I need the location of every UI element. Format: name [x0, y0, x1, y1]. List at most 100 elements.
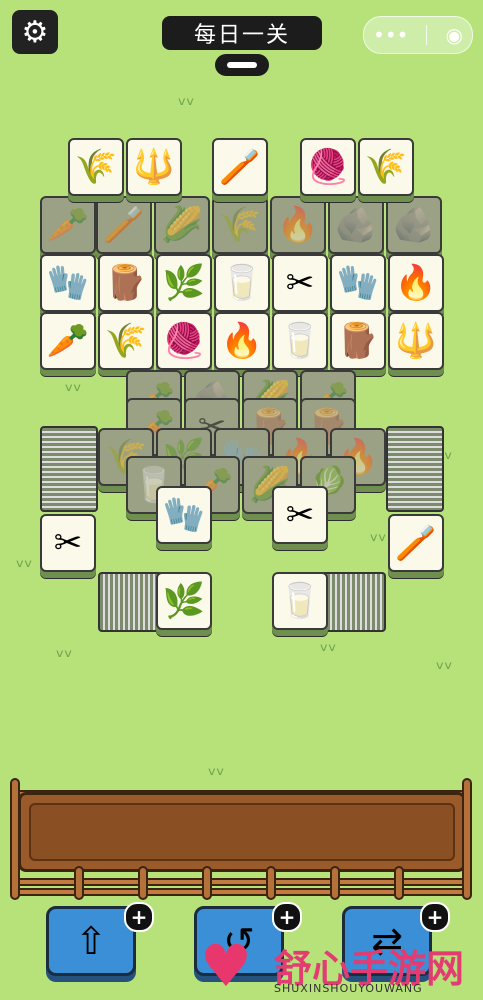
grass-icon: 🌿 — [162, 581, 206, 621]
drag-handle[interactable] — [215, 54, 269, 76]
tile-fire[interactable]: 🔥 — [214, 312, 270, 370]
milk-jar-icon: 🥛 — [220, 263, 264, 303]
grass-decoration: ᵥᵥ — [436, 650, 453, 674]
tile-glove[interactable]: 🧤 — [40, 254, 96, 312]
grass-decoration: ᵥᵥ — [65, 372, 82, 396]
tile-milk[interactable]: 🥛 — [214, 254, 270, 312]
tile-stump[interactable]: 🪵 — [98, 254, 154, 312]
wheat-icon: 🌾 — [218, 205, 262, 245]
stump-icon: 🪵 — [336, 321, 380, 361]
yarn-icon: 🧶 — [306, 147, 350, 187]
shears-icon: ✂ — [53, 523, 83, 563]
watermark-subtext: SHUXINSHOUYOUWANG — [274, 982, 423, 995]
tile-shears[interactable]: ✂ — [272, 254, 328, 312]
fence-post — [330, 866, 340, 900]
brush-icon: 🪥 — [218, 147, 262, 187]
tile-wheat[interactable]: 🌾 — [358, 138, 414, 196]
fence-post — [266, 866, 276, 900]
tile-stack-left — [40, 426, 98, 512]
grass-decoration: ᵥᵥ — [56, 638, 73, 662]
tray-slots — [29, 803, 455, 861]
tile-stack-right — [386, 426, 444, 512]
tile-tray — [18, 792, 466, 872]
tile-milk[interactable]: 🥛 — [272, 572, 328, 630]
grass-decoration: ᵥᵥ — [320, 632, 337, 656]
milk-jar-icon: 🥛 — [278, 321, 322, 361]
fence-post — [202, 866, 212, 900]
add-powerup-badge[interactable]: + — [124, 902, 154, 932]
rock-icon: 🪨 — [392, 205, 436, 245]
carrot-icon: 🥕 — [46, 321, 90, 361]
heart-logo-icon: ♥ — [200, 932, 252, 1000]
tile-wheat-covered: 🌾 — [212, 196, 268, 254]
milk-jar-icon: 🥛 — [278, 581, 322, 621]
tile-glove[interactable]: 🧤 — [330, 254, 386, 312]
glove-icon: 🧤 — [46, 263, 90, 303]
campfire-icon: 🔥 — [220, 321, 264, 361]
add-powerup-badge[interactable]: + — [420, 902, 450, 932]
glove-icon: 🧤 — [162, 495, 206, 535]
corn-icon: 🌽 — [160, 205, 204, 245]
fence-post — [394, 866, 404, 900]
fence-post — [138, 866, 148, 900]
tile-rock-covered: 🪨 — [386, 196, 442, 254]
tile-rock-covered: 🪨 — [328, 196, 384, 254]
level-title: 每日一关 — [162, 16, 322, 50]
tile-stack-bottom-left — [98, 572, 164, 632]
capsule-divider — [426, 25, 428, 45]
shears-icon: ✂ — [285, 495, 315, 535]
tile-pitchfork[interactable]: 🔱 — [126, 138, 182, 196]
tile-wheat[interactable]: 🌾 — [68, 138, 124, 196]
tile-fire-covered: 🔥 — [270, 196, 326, 254]
brush-icon: 🪥 — [102, 205, 146, 245]
campfire-icon: 🔥 — [276, 205, 320, 245]
settings-button[interactable]: ⚙ — [12, 10, 58, 54]
tile-glove[interactable]: 🧤 — [156, 486, 212, 544]
rock-icon: 🪨 — [334, 205, 378, 245]
add-powerup-badge[interactable]: + — [272, 902, 302, 932]
more-dots-icon[interactable]: ••• — [373, 23, 408, 47]
tile-grass[interactable]: 🌿 — [156, 254, 212, 312]
fence-post — [10, 778, 20, 900]
fence-post — [462, 778, 472, 900]
carrot-icon: 🥕 — [46, 205, 90, 245]
tile-carrot[interactable]: 🥕 — [40, 312, 96, 370]
tile-brush[interactable]: 🪥 — [388, 514, 444, 572]
tile-shears[interactable]: ✂ — [40, 514, 96, 572]
campfire-icon: 🔥 — [394, 263, 438, 303]
tile-carrot-covered: 🥕 — [40, 196, 96, 254]
grass-decoration: ᵥᵥ — [208, 756, 225, 780]
target-circle-icon[interactable]: ◉ — [446, 23, 463, 47]
tile-wheat[interactable]: 🌾 — [98, 312, 154, 370]
gear-icon: ⚙ — [21, 14, 49, 50]
tile-grass[interactable]: 🌿 — [156, 572, 212, 630]
grass-decoration: ᵥᵥ — [178, 86, 195, 110]
tile-stack-bottom-right — [320, 572, 386, 632]
yarn-icon: 🧶 — [162, 321, 206, 361]
wheat-icon: 🌾 — [74, 147, 118, 187]
tile-milk[interactable]: 🥛 — [272, 312, 328, 370]
wheat-icon: 🌾 — [104, 321, 148, 361]
tile-brush[interactable]: 🪥 — [212, 138, 268, 196]
tile-stump[interactable]: 🪵 — [330, 312, 386, 370]
tile-shears[interactable]: ✂ — [272, 486, 328, 544]
move-out-icon: ⇧ — [75, 919, 107, 963]
brush-icon: 🪥 — [394, 523, 438, 563]
tile-yarn[interactable]: 🧶 — [156, 312, 212, 370]
tile-brush-covered: 🪥 — [96, 196, 152, 254]
tile-fire[interactable]: 🔥 — [388, 254, 444, 312]
watermark: ♥ 舒心手游网 SHUXINSHOUYOUWANG — [200, 936, 483, 1000]
undo-powerup-button[interactable]: ⇧ — [46, 906, 136, 976]
grass-decoration: ᵥᵥ — [16, 548, 33, 572]
stump-icon: 🪵 — [104, 263, 148, 303]
grass-decoration: ᵥᵥ — [370, 522, 387, 546]
pitchfork-icon: 🔱 — [132, 147, 176, 187]
tile-corn-covered: 🌽 — [154, 196, 210, 254]
handle-bar — [227, 62, 257, 68]
wheat-icon: 🌾 — [364, 147, 408, 187]
fence-post — [74, 866, 84, 900]
glove-icon: 🧤 — [336, 263, 380, 303]
tile-yarn[interactable]: 🧶 — [300, 138, 356, 196]
tile-pitchfork[interactable]: 🔱 — [388, 312, 444, 370]
pitchfork-icon: 🔱 — [394, 321, 438, 361]
